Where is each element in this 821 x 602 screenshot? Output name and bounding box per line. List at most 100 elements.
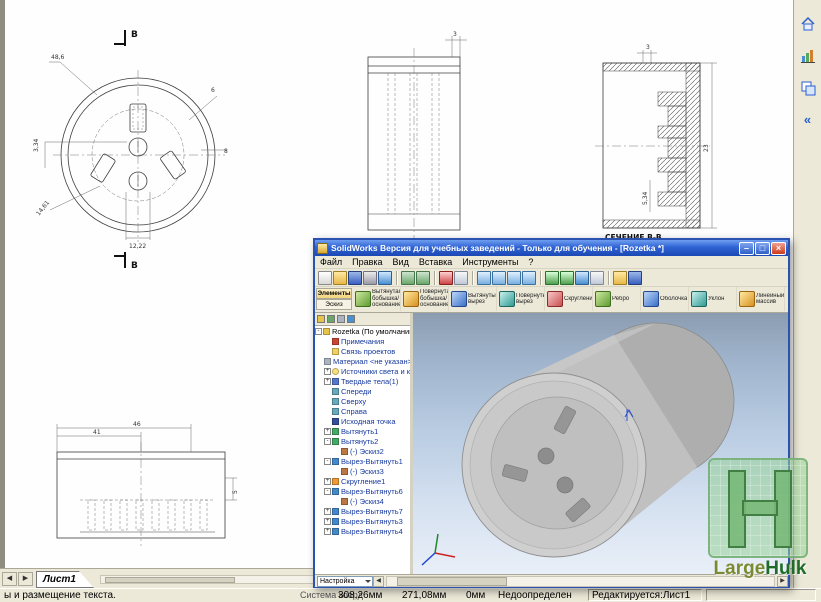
- rotate-view-icon[interactable]: [507, 271, 521, 285]
- tab-features[interactable]: Элементы: [316, 288, 352, 299]
- appearance-icon[interactable]: [613, 271, 627, 285]
- scrollbar-thumb[interactable]: [105, 577, 235, 583]
- configurationmanager-tab-icon[interactable]: [337, 315, 345, 323]
- draft-button[interactable]: Уклон: [689, 287, 737, 311]
- dim-label: 23: [703, 144, 710, 152]
- sheet-tab[interactable]: Лист1: [36, 571, 94, 588]
- undo-icon[interactable]: [401, 271, 415, 285]
- tree-item[interactable]: Примечания: [315, 336, 410, 346]
- viewport-scroll-thumb[interactable]: [397, 577, 507, 586]
- scroll-left-icon[interactable]: ◀: [373, 576, 384, 587]
- propertymanager-tab-icon[interactable]: [327, 315, 335, 323]
- menu-file[interactable]: Файл: [315, 257, 347, 267]
- tree-item[interactable]: - Вырез-Вытянуть1: [315, 456, 410, 466]
- shell-icon: [643, 291, 659, 307]
- design-binder-icon: [332, 348, 339, 355]
- collapse-panel-icon[interactable]: «: [798, 110, 818, 130]
- featuremanager-tab-icon[interactable]: [317, 315, 325, 323]
- tree-item[interactable]: Материал <не указан>: [315, 356, 410, 366]
- toolbar-separator: [608, 271, 610, 285]
- menu-help[interactable]: ?: [523, 257, 538, 267]
- tree-item[interactable]: + Вырез-Вытянуть4: [315, 526, 410, 536]
- scroll-right-icon[interactable]: ▶: [777, 576, 788, 587]
- tree-item[interactable]: + Вытянуть1: [315, 426, 410, 436]
- dim-label: 48,6: [51, 54, 65, 61]
- extrude-feature-icon: [332, 438, 339, 445]
- menu-edit[interactable]: Правка: [347, 257, 387, 267]
- options-icon[interactable]: [628, 271, 642, 285]
- extruded-cut-button[interactable]: Вытянутый вырез: [449, 287, 497, 311]
- minimize-button[interactable]: –: [739, 242, 754, 255]
- tree-item[interactable]: + Скругление1: [315, 476, 410, 486]
- extrude-feature-icon: [332, 428, 339, 435]
- rebuild-icon[interactable]: [439, 271, 453, 285]
- section-view-icon[interactable]: [575, 271, 589, 285]
- cut-extrude-icon: [332, 488, 339, 495]
- fillet-button[interactable]: Скругление: [545, 287, 593, 311]
- redo-icon[interactable]: [416, 271, 430, 285]
- dim-label: 3: [646, 44, 650, 51]
- home-icon[interactable]: [798, 14, 818, 34]
- select-icon[interactable]: [454, 271, 468, 285]
- shaded-mode-icon[interactable]: [545, 271, 559, 285]
- menu-view[interactable]: Вид: [388, 257, 414, 267]
- fillet-icon: [547, 291, 563, 307]
- tree-item[interactable]: + Твердые тела(1): [315, 376, 410, 386]
- chart-icon[interactable]: [798, 46, 818, 66]
- status-y: 271,08мм: [402, 590, 446, 601]
- rib-button[interactable]: Ребро: [593, 287, 641, 311]
- tab-sketch[interactable]: Эскиз: [316, 299, 352, 310]
- print-preview-icon[interactable]: [378, 271, 392, 285]
- close-button[interactable]: ×: [771, 242, 786, 255]
- tree-item[interactable]: Сверху: [315, 396, 410, 406]
- zoom-fit-icon[interactable]: [477, 271, 491, 285]
- linear-pattern-button[interactable]: Линейный массив: [737, 287, 785, 311]
- tree-item[interactable]: Спереди: [315, 386, 410, 396]
- annotations-icon: [332, 338, 339, 345]
- maximize-button[interactable]: □: [755, 242, 770, 255]
- tree-item-root[interactable]: - Rozetka (По умолчанию...): [315, 326, 410, 336]
- pan-icon[interactable]: [522, 271, 536, 285]
- tree-item[interactable]: + Вырез-Вытянуть7: [315, 506, 410, 516]
- window-title-bar[interactable]: SolidWorks Версия для учебных заведений …: [315, 240, 788, 256]
- tree-item[interactable]: - Вытянуть2: [315, 436, 410, 446]
- dim-label: 3: [453, 31, 457, 38]
- wireframe-mode-icon[interactable]: [560, 271, 574, 285]
- revolved-boss-button[interactable]: Повернутая бобышка/основание: [401, 287, 449, 311]
- shell-button[interactable]: Оболочка: [641, 287, 689, 311]
- section-marker-top: B: [131, 30, 138, 40]
- status-x: 308,26мм: [338, 590, 382, 601]
- dimxpert-tab-icon[interactable]: [347, 315, 355, 323]
- status-editing: Редактируется:Лист1: [588, 589, 702, 601]
- tree-item[interactable]: + Источники света и камеры: [315, 366, 410, 376]
- viewport-hscrollbar[interactable]: [386, 576, 775, 587]
- front-view: 3: [368, 31, 467, 240]
- next-sheet-button[interactable]: ▶: [18, 572, 33, 586]
- document-body: - Rozetka (По умолчанию...) Примечания С…: [315, 313, 788, 574]
- tree-item[interactable]: (-) Эскиз2: [315, 446, 410, 456]
- configuration-combo[interactable]: Настройка: [317, 576, 373, 587]
- save-icon[interactable]: [348, 271, 362, 285]
- zoom-area-icon[interactable]: [492, 271, 506, 285]
- dim-label: 14,61: [35, 199, 51, 217]
- windows-icon[interactable]: [798, 78, 818, 98]
- revolved-cut-button[interactable]: Повернутый вырез: [497, 287, 545, 311]
- 3d-viewport[interactable]: [413, 313, 788, 574]
- prev-sheet-button[interactable]: ◀: [2, 572, 17, 586]
- new-document-icon[interactable]: [318, 271, 332, 285]
- menu-insert[interactable]: Вставка: [414, 257, 457, 267]
- tree-item[interactable]: Справа: [315, 406, 410, 416]
- sketch-icon: [341, 498, 348, 505]
- open-icon[interactable]: [333, 271, 347, 285]
- tree-item[interactable]: (-) Эскиз3: [315, 466, 410, 476]
- tree-item[interactable]: - Вырез-Вытянуть6: [315, 486, 410, 496]
- tree-item[interactable]: + Вырез-Вытянуть3: [315, 516, 410, 526]
- tree-item[interactable]: Исходная точка: [315, 416, 410, 426]
- view-orientation-icon[interactable]: [590, 271, 604, 285]
- menu-tools[interactable]: Инструменты: [457, 257, 523, 267]
- tree-item[interactable]: Связь проектов: [315, 346, 410, 356]
- extruded-boss-button[interactable]: Вытянутая бобышка/основание: [353, 287, 401, 311]
- print-icon[interactable]: [363, 271, 377, 285]
- section-view-bb: 23 3 5,34 СЕЧЕНИЕ B-B: [595, 44, 717, 242]
- tree-item[interactable]: (-) Эскиз4: [315, 496, 410, 506]
